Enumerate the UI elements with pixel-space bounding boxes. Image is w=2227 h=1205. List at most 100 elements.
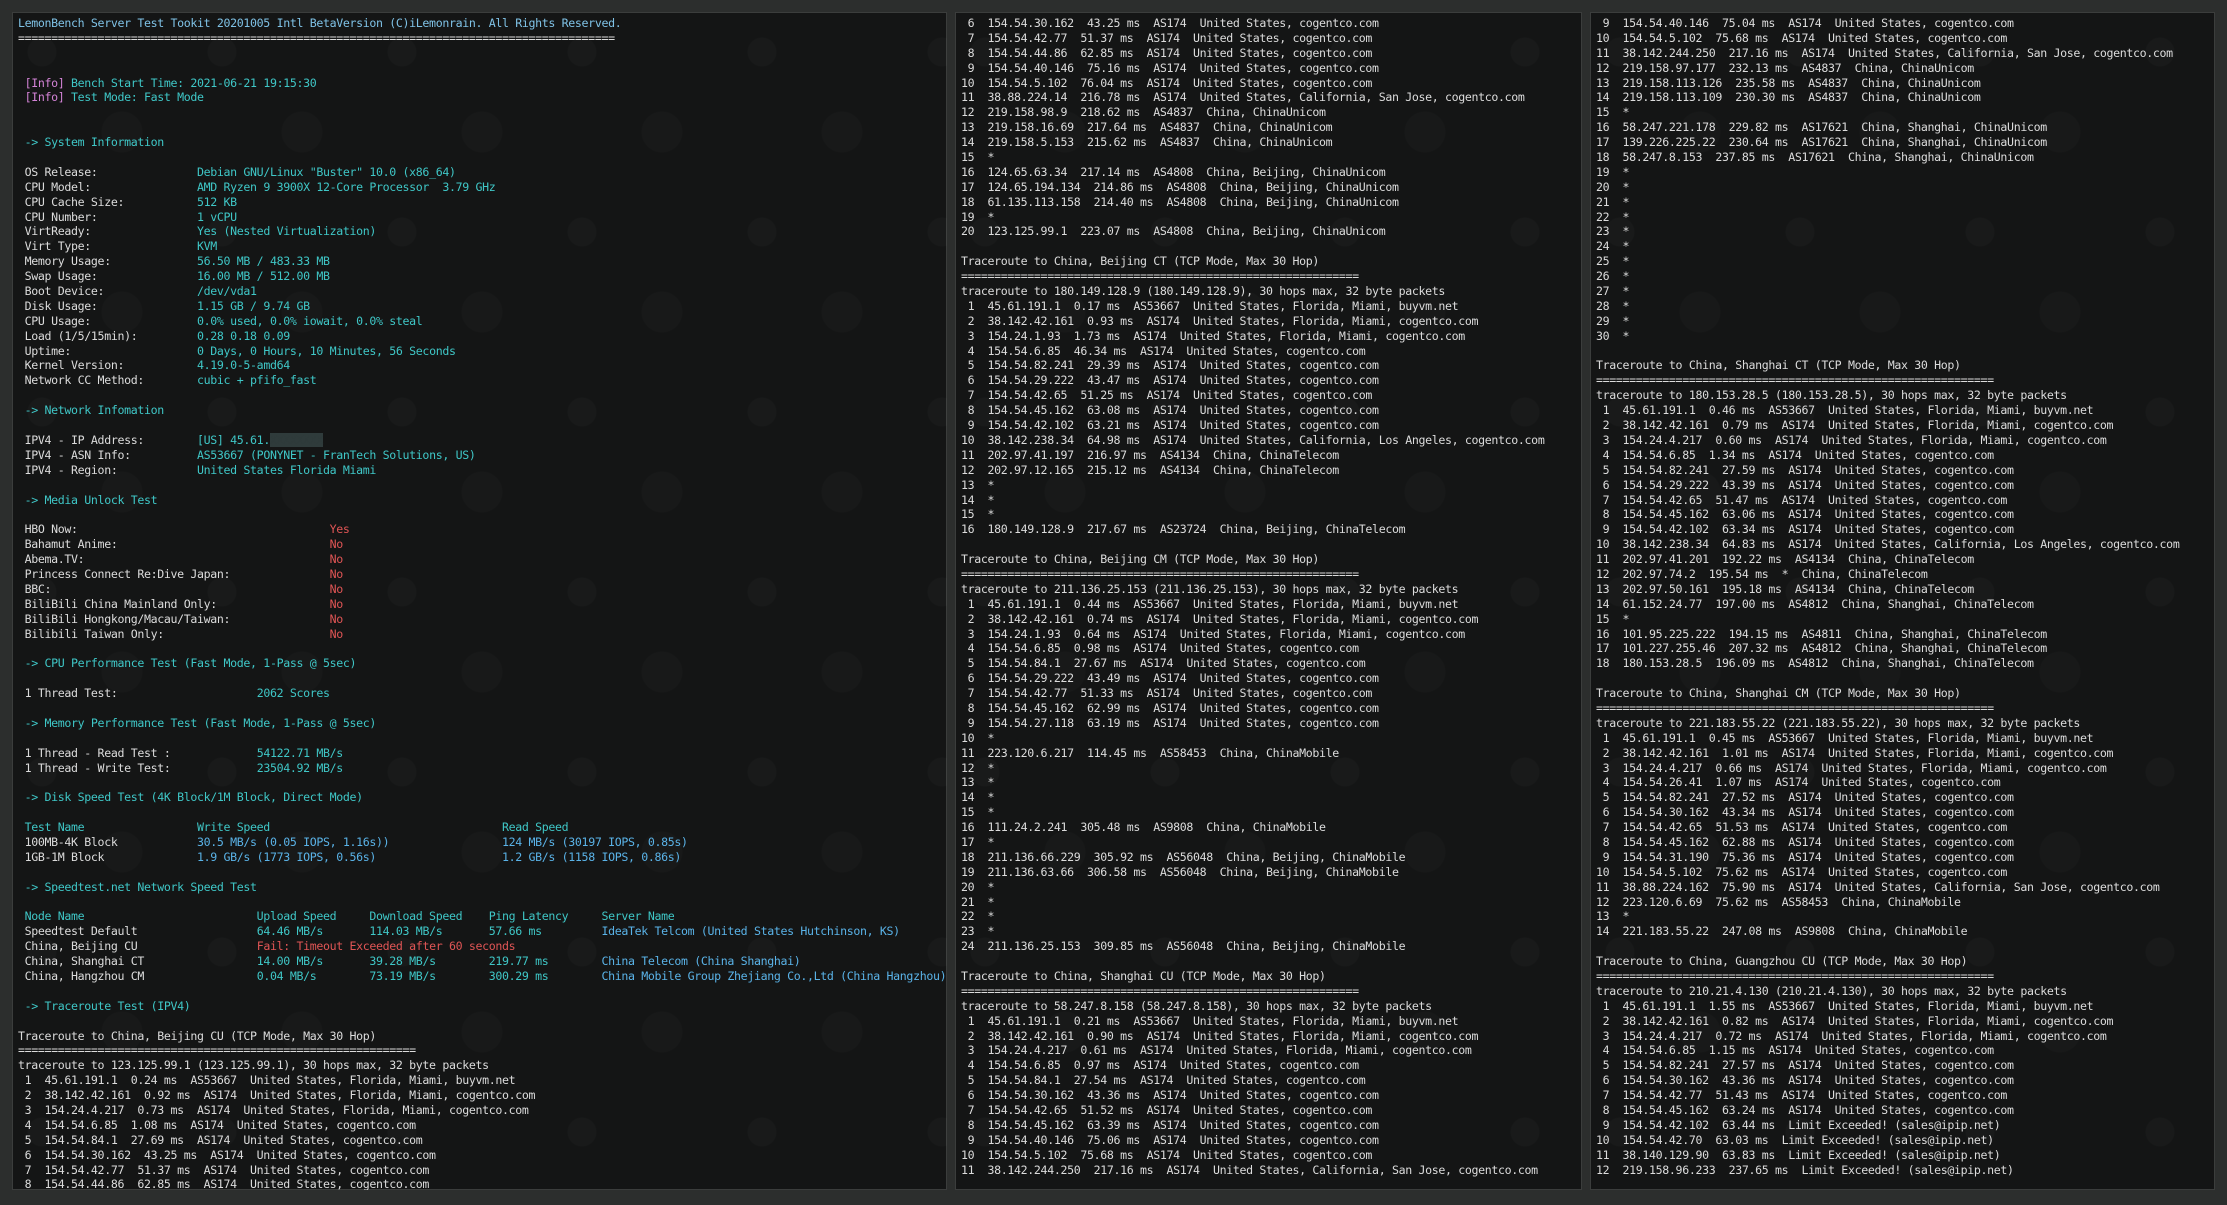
terminal-line: 9 154.54.40.146 75.04 ms AS174 United St… [1596,16,2215,31]
terminal-text: 7 154.54.42.65 51.53 ms AS174 United Sta… [1596,820,2008,835]
terminal-text: 26 * [1596,269,1630,284]
terminal-line: 16 124.65.63.34 217.14 ms AS4808 China, … [961,165,1582,180]
terminal-text: Disk Usage: [18,298,198,313]
terminal-line: Traceroute to China, Shanghai CU (TCP Mo… [961,969,1582,984]
terminal-line: 6 154.54.30.162 43.25 ms AS174 United St… [18,1148,947,1163]
terminal-text: traceroute to 180.153.28.5 (180.153.28.5… [1596,388,2067,403]
terminal-line: 12 202.97.74.2 195.54 ms * China, ChinaT… [1596,567,2215,582]
terminal-line: 23 * [1596,224,2215,239]
terminal-text: 12 219.158.97.177 232.13 ms AS4837 China… [1596,60,1974,75]
terminal-text: 1 Thread Test: [18,686,257,701]
terminal-text: 1 45.61.191.1 0.24 ms AS53667 United Sta… [18,1073,516,1088]
terminal-line: 6 154.54.30.162 43.25 ms AS174 United St… [961,16,1582,31]
terminal-line: 7 154.54.42.77 51.37 ms AS174 United Sta… [961,31,1582,46]
terminal-line: 1 Thread - Write Test: 23504.92 MB/s [18,761,947,776]
terminal-text: 18 58.247.8.153 237.85 ms AS17621 China,… [1596,150,2034,165]
terminal-text: 4 154.54.6.85 1.15 ms AS174 United State… [1596,1043,1995,1058]
terminal-text: 17 124.65.194.134 214.86 ms AS4808 China… [961,179,1399,194]
terminal-text: China Mobile Group Zhejiang Co.,Ltd (Chi… [601,969,947,983]
terminal-text: 14 219.158.113.109 230.30 ms AS4837 Chin… [1596,90,1981,105]
terminal-text: Virt Type: [18,239,198,254]
terminal-text: 16 101.95.225.222 194.15 ms AS4811 China… [1596,626,2047,641]
terminal-text: 7 154.54.42.77 51.37 ms AS174 United Sta… [961,30,1373,45]
terminal-text: Network CC Method: [18,373,198,388]
terminal-line: 6 154.54.30.162 43.36 ms AS174 United St… [1596,1073,2215,1088]
terminal-line: Traceroute to China, Guangzhou CU (TCP M… [1596,954,2215,969]
terminal-text: 4 154.54.6.85 1.08 ms AS174 United State… [18,1117,417,1132]
terminal-output: 9 154.54.40.146 75.04 ms AS174 United St… [1590,12,2215,1177]
terminal-line: 14 219.158.5.153 215.62 ms AS4837 China,… [961,135,1582,150]
terminal-text: 16 124.65.63.34 217.14 ms AS4808 China, … [961,164,1386,179]
terminal-text: Bahamut Anime: [18,537,330,552]
terminal-window-right[interactable]: 9 154.54.40.146 75.04 ms AS174 United St… [1590,12,2215,1190]
terminal-text: 5 154.54.82.241 27.52 ms AS174 United St… [1596,790,2014,805]
terminal-line: ========================================… [961,269,1582,284]
terminal-line: 9 154.54.31.190 75.36 ms AS174 United St… [1596,850,2215,865]
terminal-text: Traceroute to China, Shanghai CM (TCP Mo… [1596,686,1961,701]
terminal-text: 6 154.54.29.222 43.39 ms AS174 United St… [1596,477,2014,492]
terminal-window-middle[interactable]: 6 154.54.30.162 43.25 ms AS174 United St… [955,12,1582,1190]
terminal-line: traceroute to 123.125.99.1 (123.125.99.1… [18,1058,947,1073]
terminal-text: 3 154.24.4.217 0.61 ms AS174 United Stat… [961,1043,1472,1058]
terminal-text: 9 154.54.40.146 75.06 ms AS174 United St… [961,1132,1379,1147]
terminal-line: 8 154.54.45.162 63.39 ms AS174 United St… [961,1118,1582,1133]
terminal-text: 12 219.158.96.233 237.65 ms Limit Exceed… [1596,1162,2014,1177]
terminal-text: 2 38.142.42.161 0.93 ms AS174 United Sta… [961,313,1479,328]
terminal-text: 3 154.24.4.217 0.72 ms AS174 United Stat… [1596,1028,2107,1043]
terminal-line: 22 * [1596,210,2215,225]
terminal-line: ========================================… [1596,701,2215,716]
terminal-line: 15 * [961,507,1582,522]
terminal-text: 4 154.54.6.85 1.34 ms AS174 United State… [1596,447,1995,462]
terminal-text: 4 154.54.26.41 1.07 ms AS174 United Stat… [1596,775,2001,790]
terminal-text: 7 154.54.42.65 51.47 ms AS174 United Sta… [1596,492,2008,507]
terminal-text: 19 211.136.63.66 306.58 ms AS56048 China… [961,864,1399,879]
terminal-text: China, Beijing CU [18,939,257,954]
terminal-line: 11 38.142.244.250 217.16 ms AS174 United… [961,1163,1582,1178]
terminal-output: 6 154.54.30.162 43.25 ms AS174 United St… [955,12,1582,1177]
terminal-line: 6 154.54.29.222 43.47 ms AS174 United St… [961,373,1582,388]
terminal-line: 8 154.54.45.162 62.88 ms AS174 United St… [1596,835,2215,850]
terminal-text: /dev/vda1 [197,284,257,299]
terminal-line: BiliBili Hongkong/Macau/Taiwan: No [18,612,947,627]
terminal-line: 13 219.158.113.126 235.58 ms AS4837 Chin… [1596,76,2215,91]
terminal-text: Memory Usage: [18,254,198,269]
terminal-line: Bilibili Taiwan Only: No [18,627,947,642]
terminal-line: 8 154.54.44.86 62.85 ms AS174 United Sta… [961,46,1582,61]
terminal-line: 7 154.54.42.65 51.52 ms AS174 United Sta… [961,1103,1582,1118]
terminal-line: 20 * [1596,180,2215,195]
terminal-line: ========================================… [961,567,1582,582]
terminal-line: 10 * [961,731,1582,746]
terminal-line: [Info] Test Mode: Fast Mode [18,90,947,105]
terminal-text: -> System Information [18,135,165,150]
terminal-line: CPU Cache Size: 512 KB [18,195,947,210]
terminal-line: 10 154.54.5.102 75.68 ms AS174 United St… [1596,31,2215,46]
terminal-line: 15 * [961,805,1582,820]
terminal-text: 1 45.61.191.1 0.44 ms AS53667 United Sta… [961,596,1459,611]
terminal-line: 15 * [1596,612,2215,627]
terminal-line: 1 45.61.191.1 0.45 ms AS53667 United Sta… [1596,731,2215,746]
terminal-text: -> CPU Performance Test (Fast Mode, 1-Pa… [18,656,357,671]
terminal-line: 2 38.142.42.161 0.93 ms AS174 United Sta… [961,314,1582,329]
terminal-text: 18 180.153.28.5 196.09 ms AS4812 China, … [1596,656,2034,671]
terminal-line: traceroute to 180.153.28.5 (180.153.28.5… [1596,388,2215,403]
terminal-line: 26 * [1596,269,2215,284]
terminal-line: 7 154.54.42.65 51.53 ms AS174 United Sta… [1596,820,2215,835]
terminal-window-left[interactable]: LemonBench Server Test Tookit 20201005 I… [12,12,947,1190]
terminal-text: 2 38.142.42.161 0.92 ms AS174 United Sta… [18,1088,536,1103]
terminal-text: 9 154.54.27.118 63.19 ms AS174 United St… [961,715,1379,730]
terminal-text: 13 219.158.16.69 217.64 ms AS4837 China,… [961,120,1333,135]
terminal-text: 6 154.54.30.162 43.25 ms AS174 United St… [961,16,1379,30]
terminal-text: 5 154.54.84.1 27.54 ms AS174 United Stat… [961,1073,1366,1088]
terminal-text: 20 123.125.99.1 223.07 ms AS4808 China, … [961,224,1386,239]
terminal-text: -> Speedtest.net Network Speed Test [18,879,257,894]
terminal-text: 24 * [1596,239,1630,254]
terminal-line: 11 38.88.224.162 75.90 ms AS174 United S… [1596,880,2215,895]
terminal-text: 5 154.54.82.241 29.39 ms AS174 United St… [961,358,1379,373]
terminal-text: 16 180.149.128.9 217.67 ms AS23724 China… [961,522,1406,537]
